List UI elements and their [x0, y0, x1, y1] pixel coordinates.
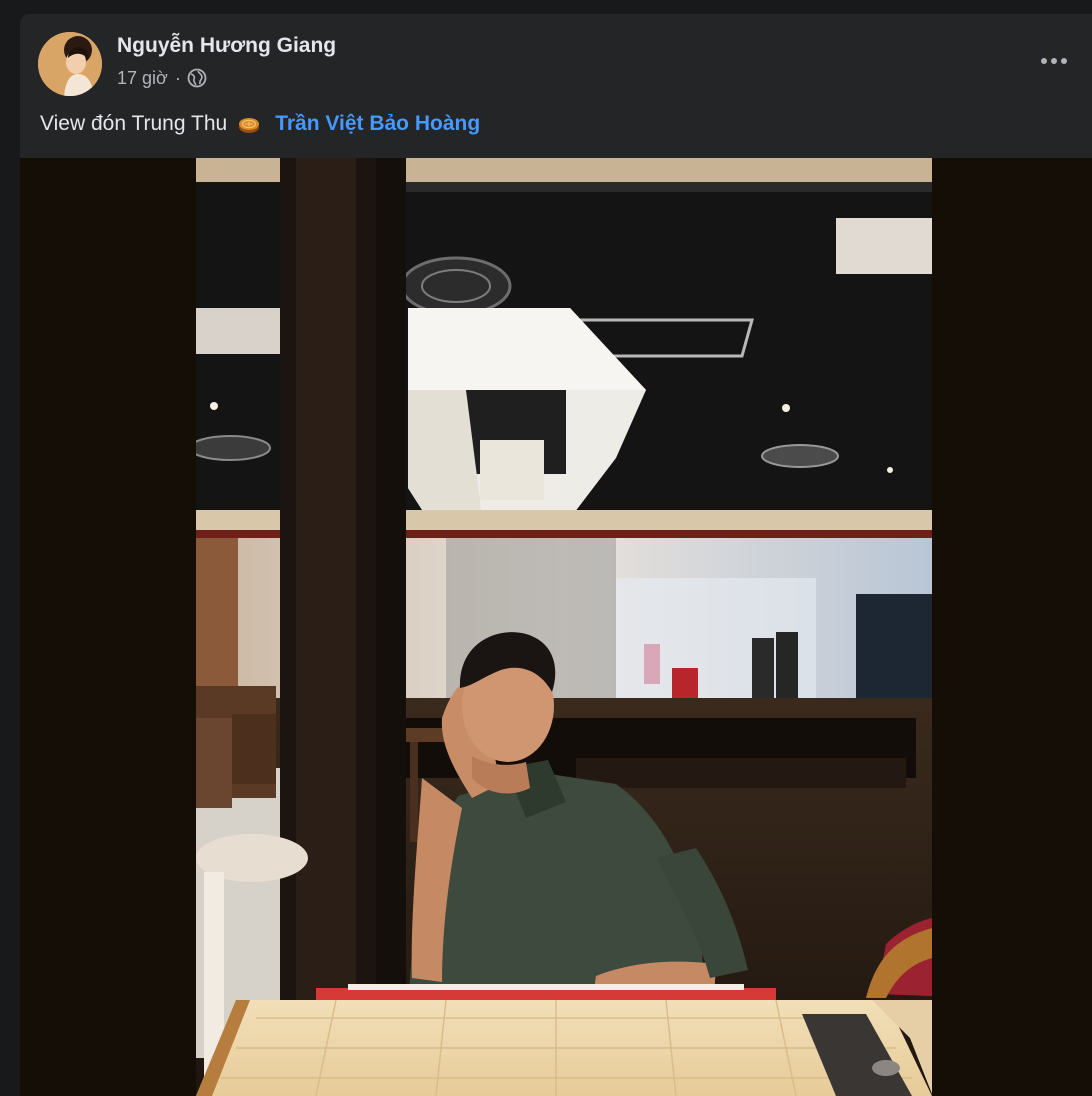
post-time[interactable]: 17 giờ: [117, 68, 168, 89]
caption-text: View đón Trung Thu: [40, 112, 228, 135]
tagged-person-link[interactable]: Trần Việt Bảo Hoàng: [275, 112, 480, 136]
post-header: Nguyễn Hương Giang 17 giờ · View đón Tru…: [20, 14, 1092, 158]
post-card: Nguyễn Hương Giang 17 giờ · View đón Tru…: [20, 14, 1092, 1096]
avatar[interactable]: [38, 32, 102, 96]
post-caption: View đón Trung Thu Trần Việt Bảo Hoàng: [40, 110, 480, 138]
post-media: [20, 158, 1092, 1096]
photo-image: [196, 158, 932, 1096]
meta-separator: ·: [174, 67, 181, 88]
mooncake-icon: [237, 112, 261, 136]
globe-icon[interactable]: [187, 68, 207, 88]
post-meta: 17 giờ ·: [117, 66, 207, 90]
more-options-icon[interactable]: [1036, 48, 1072, 74]
avatar-image: [38, 32, 102, 96]
author-name[interactable]: Nguyễn Hương Giang: [117, 34, 336, 58]
post-photo[interactable]: [196, 158, 932, 1096]
